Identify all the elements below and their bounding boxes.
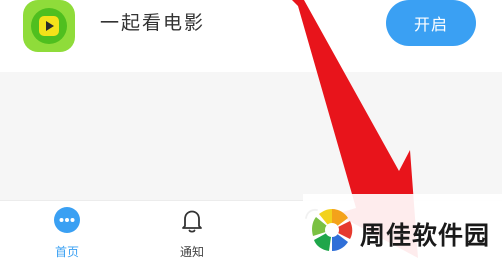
play-icon bbox=[31, 8, 67, 44]
enable-button[interactable]: 开启 bbox=[386, 0, 476, 46]
chat-bubble-icon bbox=[53, 207, 81, 235]
watermark: 周佳软件园 bbox=[303, 194, 502, 264]
nav-label-notifications: 通知 bbox=[179, 245, 204, 259]
content-area bbox=[0, 72, 502, 200]
nav-item-home[interactable]: 首页 bbox=[37, 207, 97, 263]
bell-icon bbox=[178, 207, 206, 235]
nav-item-notifications[interactable]: 通知 bbox=[162, 207, 222, 263]
app-icon[interactable] bbox=[23, 0, 75, 52]
nav-label-home: 首页 bbox=[54, 245, 79, 259]
feature-row: 一起看电影 开启 bbox=[0, 0, 502, 72]
watermark-logo-icon bbox=[312, 209, 353, 251]
watermark-text: 周佳软件园 bbox=[360, 221, 491, 250]
feature-title: 一起看电影 bbox=[100, 12, 206, 34]
